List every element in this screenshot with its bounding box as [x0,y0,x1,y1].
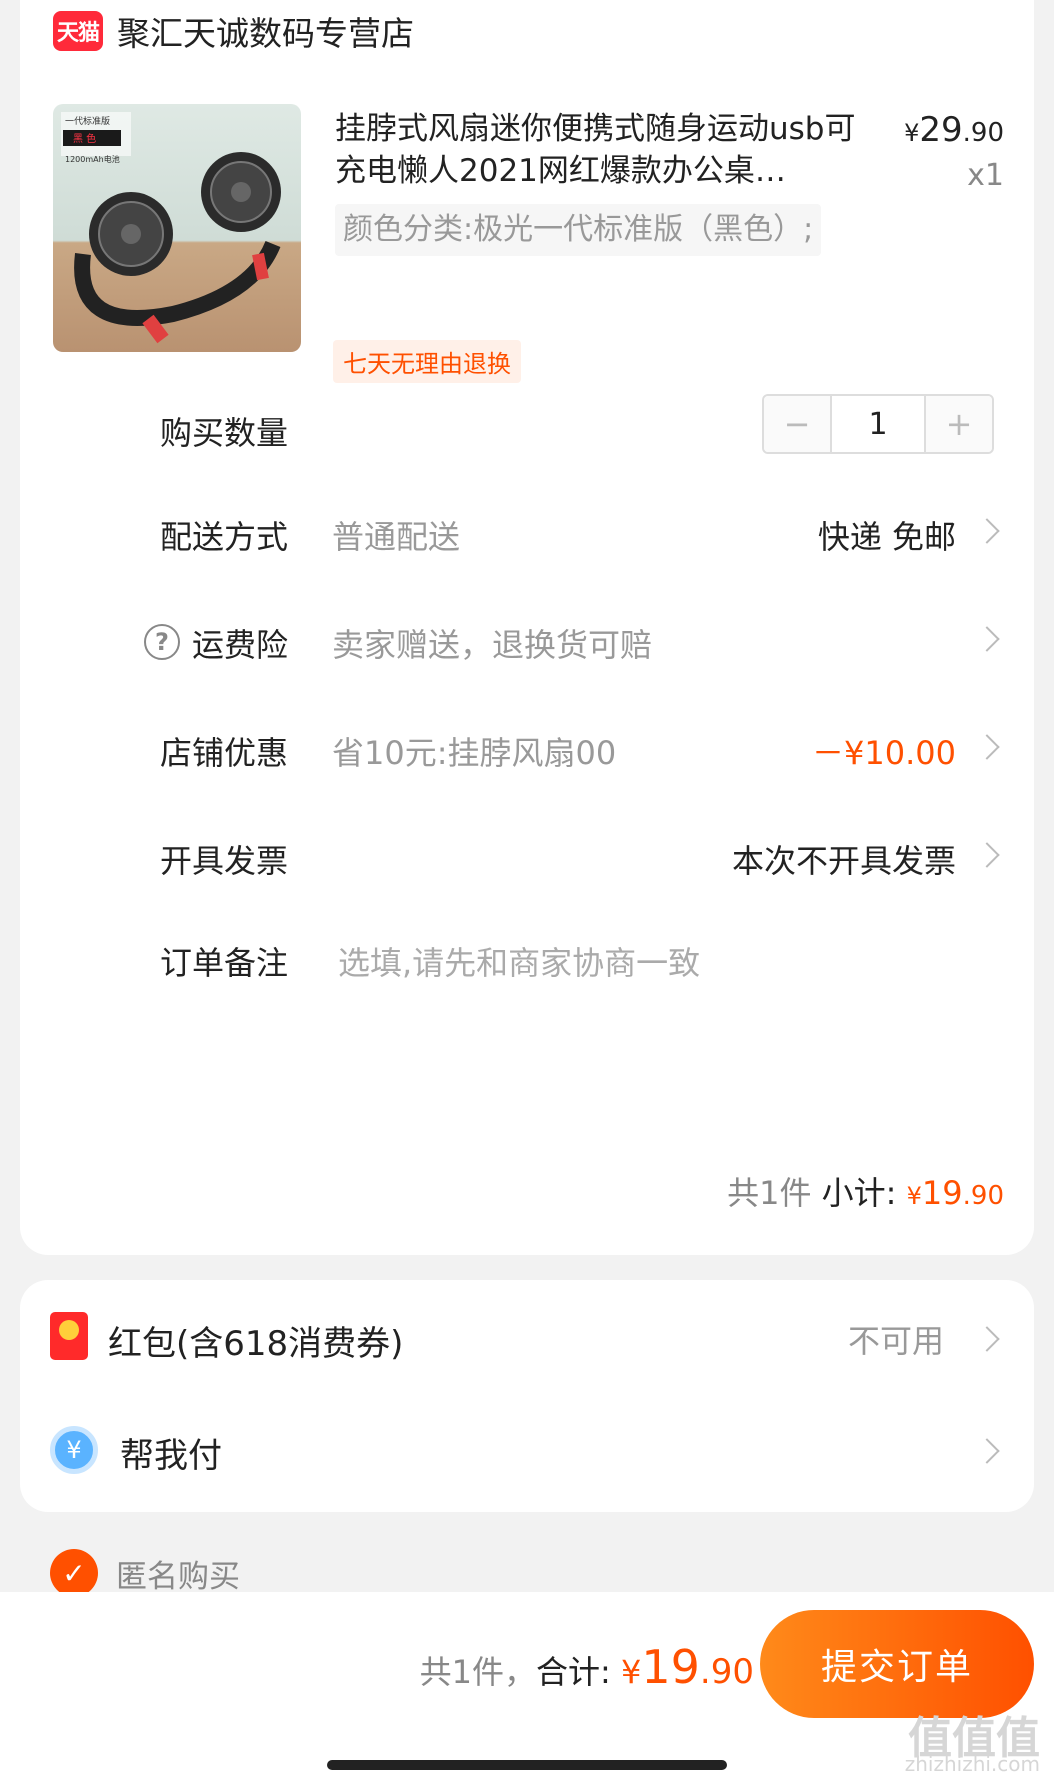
help-pay-row[interactable]: ¥ 帮我付 [20,1424,1034,1484]
yuan-circle-icon: ¥ [50,1426,98,1474]
checkout-bar: 共1件，合计: ¥19.90 提交订单 值值值 zhizhizhi.com [0,1592,1054,1782]
home-indicator[interactable] [327,1760,727,1770]
chevron-right-icon [974,842,1000,868]
store-discount-row[interactable]: 店铺优惠 省10元:挂脖风扇00 －¥10.00 [20,720,1034,780]
product-price: ¥29.90 [904,110,1004,150]
delivery-row[interactable]: 配送方式 普通配送 快递 免邮 [20,504,1034,564]
sku-selector[interactable]: 颜色分类:极光一代标准版（黑色）; [335,204,822,256]
chevron-right-icon [974,626,1000,652]
neck-fan-illustration: 一代标准版 黑 色 1200mAh电池 [61,112,281,344]
delivery-value: 快递 免邮 [817,518,956,556]
invoice-value: 本次不开具发票 [731,842,956,880]
anonymous-purchase[interactable]: ✓ 匿名购买 [50,1548,240,1598]
chevron-right-icon [974,518,1000,544]
chevron-right-icon [974,1326,1000,1352]
delivery-method: 普通配送 [332,518,461,556]
help-pay-label: 帮我付 [120,1436,222,1476]
watermark-url: zhizhizhi.com [904,1752,1040,1776]
shipping-insurance-row[interactable]: ? 运费险 卖家赠送，退换货可赔 [20,612,1034,672]
red-packet-icon [50,1312,88,1360]
product-image[interactable]: 一代标准版 黑 色 1200mAh电池 [53,104,301,352]
store-header[interactable]: 天猫 聚汇天诚数码专营店 [53,6,414,56]
invoice-label: 开具发票 [160,842,289,880]
insurance-label: 运费险 [192,626,289,664]
check-circle-icon[interactable]: ✓ [50,1549,98,1597]
order-note-input[interactable]: 选填,请先和商家协商一致 [338,938,700,984]
product-quantity: x1 [967,158,1004,193]
red-packet-value: 不可用 [847,1322,944,1360]
chevron-right-icon [974,734,1000,760]
order-total: 共1件，合计: ¥19.90 [419,1640,754,1694]
decrement-button[interactable]: − [764,396,830,452]
product-title[interactable]: 挂脖式风扇迷你便携式随身运动usb可充电懒人2021网红爆款办公桌… [335,108,875,192]
svg-text:黑 色: 黑 色 [73,132,96,145]
anonymous-label: 匿名购买 [116,1558,240,1595]
svg-text:一代标准版: 一代标准版 [65,115,110,127]
discount-desc: 省10元:挂脖风扇00 [332,734,617,772]
tmall-logo-icon: 天猫 [53,11,103,51]
note-label: 订单备注 [160,944,289,982]
red-packet-label: 红包(含618消费券) [108,1324,404,1364]
svg-text:1200mAh电池: 1200mAh电池 [65,154,120,164]
store-name[interactable]: 聚汇天诚数码专营店 [117,7,414,55]
discount-amount: －¥10.00 [812,734,956,772]
question-circle-icon[interactable]: ? [144,624,180,660]
increment-button[interactable]: + [926,396,992,452]
red-packet-row[interactable]: 红包(含618消费券) 不可用 [20,1312,1034,1372]
extras-card: 红包(含618消费券) 不可用 ¥ 帮我付 [20,1280,1034,1512]
order-note-row: 订单备注 选填,请先和商家协商一致 [20,930,1034,990]
quantity-value[interactable]: 1 [830,396,926,452]
insurance-desc: 卖家赠送，退换货可赔 [332,626,653,664]
quantity-label: 购买数量 [160,414,289,452]
chevron-right-icon [974,1438,1000,1464]
order-card: 天猫 聚汇天诚数码专营店 一代标准版 黑 色 1200mAh电池 挂脖式风扇迷你… [20,0,1034,1255]
quantity-stepper[interactable]: − 1 + [762,394,994,454]
delivery-label: 配送方式 [160,518,289,556]
subtotal: 共1件 小计: ¥19.90 [727,1174,1004,1212]
return-policy-badge: 七天无理由退换 [333,340,521,383]
discount-label: 店铺优惠 [160,734,289,772]
invoice-row[interactable]: 开具发票 本次不开具发票 [20,828,1034,888]
